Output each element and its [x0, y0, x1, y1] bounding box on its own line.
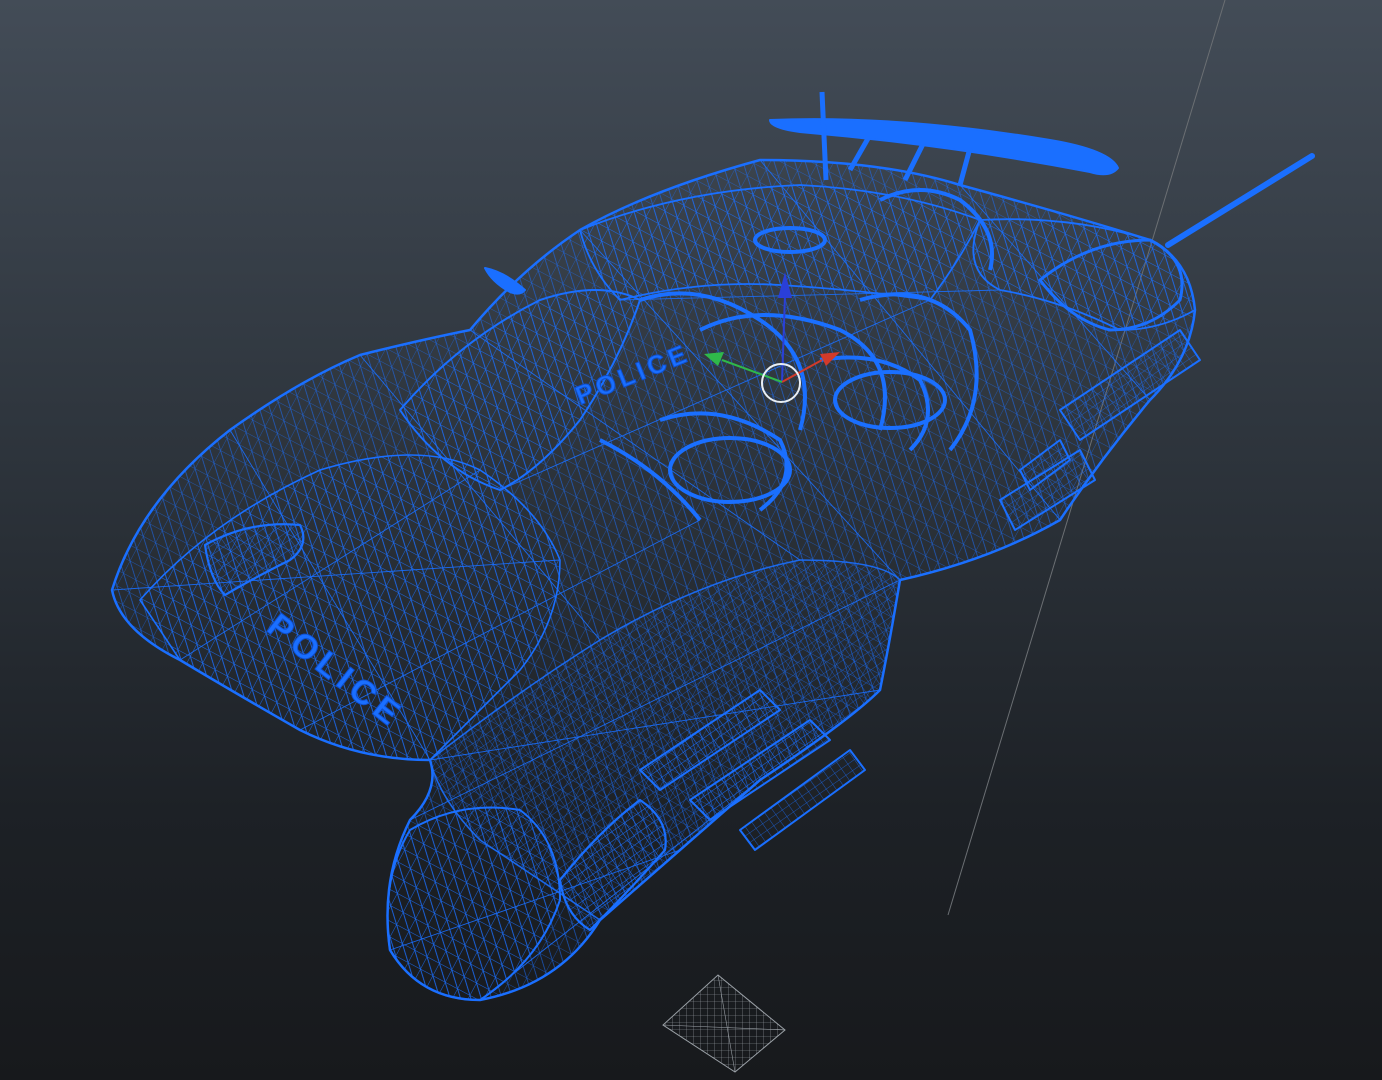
3d-viewport[interactable]: POLICE POLICE: [0, 0, 1382, 1080]
ground-grid-icon: [662, 974, 786, 1073]
car-wireframe[interactable]: [110, 91, 1315, 1002]
wireframe-scene[interactable]: POLICE POLICE: [0, 0, 1382, 1080]
antenna: [1165, 153, 1315, 248]
